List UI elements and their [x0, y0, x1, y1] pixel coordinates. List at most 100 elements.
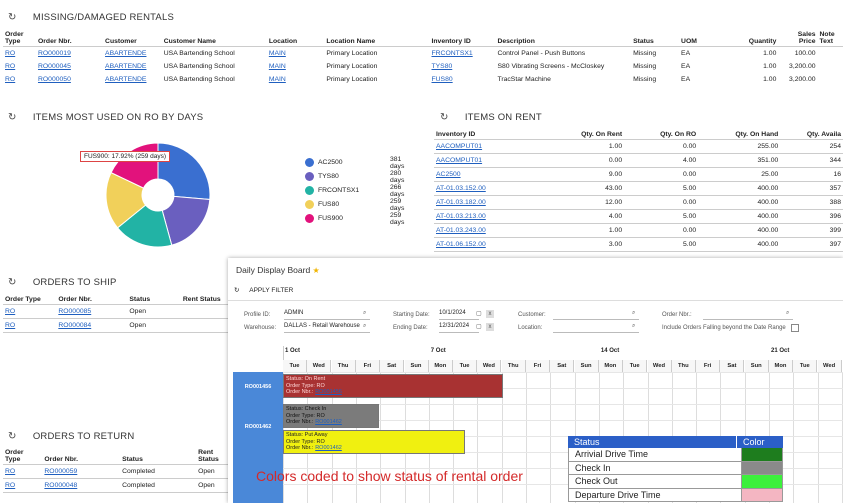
location-input[interactable] [553, 323, 639, 333]
col-header[interactable]: Customer [103, 30, 162, 47]
col-header[interactable]: Qty. On Hand [698, 130, 780, 140]
table-row[interactable]: RO RO000045 ABARTENDE USA Bartending School… [3, 60, 843, 73]
inventory-link[interactable]: AT-01.03.152.00 [436, 185, 486, 192]
include-orders-checkbox[interactable] [791, 324, 799, 332]
table-row[interactable]: AACOMPUT01 0.00 4.00 351.00 344 [434, 154, 843, 168]
legend-item[interactable]: AC2500 381 days [305, 156, 404, 170]
table-row[interactable]: RO RO000019 ABARTENDE USA Bartending School… [3, 47, 843, 61]
order-status-bar[interactable]: Status: Check In Order Type: RO Order Nbr.… [283, 404, 379, 428]
cell-link[interactable]: RO [5, 76, 15, 83]
order-row-label[interactable]: RO001456 [233, 372, 283, 402]
table-row[interactable]: AT-01.03.152.00 43.00 5.00 400.00 357 [434, 182, 843, 196]
order-link[interactable]: RO [5, 468, 15, 475]
order-status-bar[interactable]: Status: On Rent Order Type: RO Order Nbr.:… [283, 374, 503, 398]
refresh-icon[interactable]: ↻ [440, 112, 452, 123]
inventory-link[interactable]: AT-01.03.213.00 [436, 213, 486, 220]
calendar-icon[interactable]: ▢ [476, 310, 482, 317]
cell-link[interactable]: ABARTENDE [105, 50, 146, 57]
col-header[interactable]: Customer Name [162, 30, 267, 47]
cell-link[interactable]: RO [5, 50, 15, 57]
order-status-bar[interactable]: Status: Put Away Order Type: RO Order Nbr.… [283, 430, 465, 454]
col-header[interactable]: Location Name [324, 30, 429, 47]
inventory-link[interactable]: AC2500 [436, 171, 461, 178]
legend-item[interactable]: FUS900 259 days [305, 212, 404, 226]
col-header[interactable]: Order Type [3, 448, 42, 465]
cell-link[interactable]: RO000019 [38, 50, 71, 57]
order-link[interactable]: RO [5, 322, 15, 329]
order-link[interactable]: RO000085 [58, 308, 91, 315]
refresh-icon[interactable]: ↻ [8, 277, 20, 288]
col-header[interactable]: Status [120, 448, 196, 465]
inventory-link[interactable]: AACOMPUT01 [436, 157, 482, 164]
cell-link[interactable]: RO000045 [38, 63, 71, 70]
col-header[interactable]: Qty. On Rent [556, 130, 624, 140]
table-row[interactable]: RO RO000048 Completed Open [3, 479, 228, 493]
table-row[interactable]: AT-01.06.152.00 3.00 5.00 400.00 397 [434, 238, 843, 252]
cell-link[interactable]: ABARTENDE [105, 63, 146, 70]
cell-link[interactable]: MAIN [269, 50, 286, 57]
refresh-icon[interactable]: ↻ [8, 431, 20, 442]
inventory-link[interactable]: AT-01.06.152.00 [436, 241, 486, 248]
order-link[interactable]: RO001462 [315, 445, 342, 451]
search-icon[interactable]: ⌕ [363, 323, 366, 330]
ending-date-input[interactable]: 12/31/2024 [439, 323, 479, 333]
order-link[interactable]: RO000084 [58, 322, 91, 329]
col-header[interactable]: Order Type [3, 295, 56, 305]
col-header[interactable]: Inventory ID [430, 30, 496, 47]
inventory-link[interactable]: AT-01.03.182.00 [436, 199, 486, 206]
table-row[interactable]: AACOMPUT01 1.00 0.00 255.00 254 [434, 140, 843, 154]
inventory-link[interactable]: AACOMPUT01 [436, 143, 482, 150]
cell-link[interactable]: MAIN [269, 76, 286, 83]
col-header[interactable]: Order Nbr. [42, 448, 120, 465]
starting-date-input[interactable]: 10/1/2024 [439, 310, 479, 320]
calendar-icon[interactable]: ▢ [476, 323, 482, 330]
col-header[interactable]: Order Nbr. [56, 295, 127, 305]
order-link[interactable]: RO001456 [315, 389, 342, 395]
order-row-label[interactable]: RO001462 [233, 402, 283, 452]
table-row[interactable]: RO RO000085 Open [3, 305, 228, 319]
cell-link[interactable]: FUS80 [432, 76, 453, 83]
cell-link[interactable]: MAIN [269, 63, 286, 70]
order-link[interactable]: RO [5, 308, 15, 315]
table-row[interactable]: AT-01.03.243.00 1.00 0.00 400.00 399 [434, 224, 843, 238]
col-header[interactable]: Quantity [725, 30, 779, 47]
table-row[interactable]: AC2500 9.00 0.00 25.00 16 [434, 168, 843, 182]
search-icon[interactable]: ⌕ [363, 310, 366, 317]
col-header[interactable]: Inventory ID [434, 130, 556, 140]
cell-link[interactable]: FRCONTSX1 [432, 50, 473, 57]
refresh-icon[interactable]: ↻ [8, 12, 20, 23]
clear-date-button[interactable]: x [486, 323, 494, 331]
col-header[interactable]: Qty. Availa [780, 130, 843, 140]
table-row[interactable]: RO RO000084 Open [3, 319, 228, 333]
profile-id-input[interactable]: ADMIN [284, 310, 370, 320]
order-nbr-input[interactable] [703, 310, 793, 320]
col-header[interactable]: Location [267, 30, 325, 47]
order-link[interactable]: RO000048 [44, 482, 77, 489]
refresh-icon[interactable]: ↻ [8, 112, 20, 123]
cell-link[interactable]: ABARTENDE [105, 76, 146, 83]
order-link[interactable]: RO000059 [44, 468, 77, 475]
search-icon[interactable]: ⌕ [786, 310, 789, 317]
table-row[interactable]: RO RO000059 Completed Open [3, 465, 228, 479]
order-link[interactable]: RO [5, 482, 15, 489]
col-header[interactable]: Rent Status [181, 295, 228, 305]
table-row[interactable]: AT-01.03.213.00 4.00 5.00 400.00 396 [434, 210, 843, 224]
favorite-star-icon[interactable]: ★ [313, 266, 320, 275]
legend-item[interactable]: FRCONTSX1 266 days [305, 184, 404, 198]
cell-link[interactable]: RO000050 [38, 76, 71, 83]
col-header[interactable]: Rent Status [196, 448, 228, 465]
col-header[interactable]: UOM [679, 30, 725, 47]
col-header[interactable]: Order Nbr. [36, 30, 103, 47]
customer-input[interactable] [553, 310, 639, 320]
table-row[interactable]: RO RO000050 ABARTENDE USA Bartending School… [3, 73, 843, 86]
warehouse-input[interactable]: DALLAS - Retail Warehouse [284, 323, 370, 333]
inventory-link[interactable]: AT-01.03.243.00 [436, 227, 486, 234]
order-link[interactable]: RO001462 [315, 419, 342, 425]
col-header[interactable]: Qty. On RO [624, 130, 698, 140]
apply-filter-button[interactable]: ↻ APPLY FILTER [234, 286, 293, 294]
legend-item[interactable]: FUS80 259 days [305, 198, 404, 212]
clear-date-button[interactable]: x [486, 310, 494, 318]
col-header[interactable]: Status [127, 295, 181, 305]
cell-link[interactable]: TYS80 [432, 63, 453, 70]
col-header[interactable]: Description [495, 30, 631, 47]
